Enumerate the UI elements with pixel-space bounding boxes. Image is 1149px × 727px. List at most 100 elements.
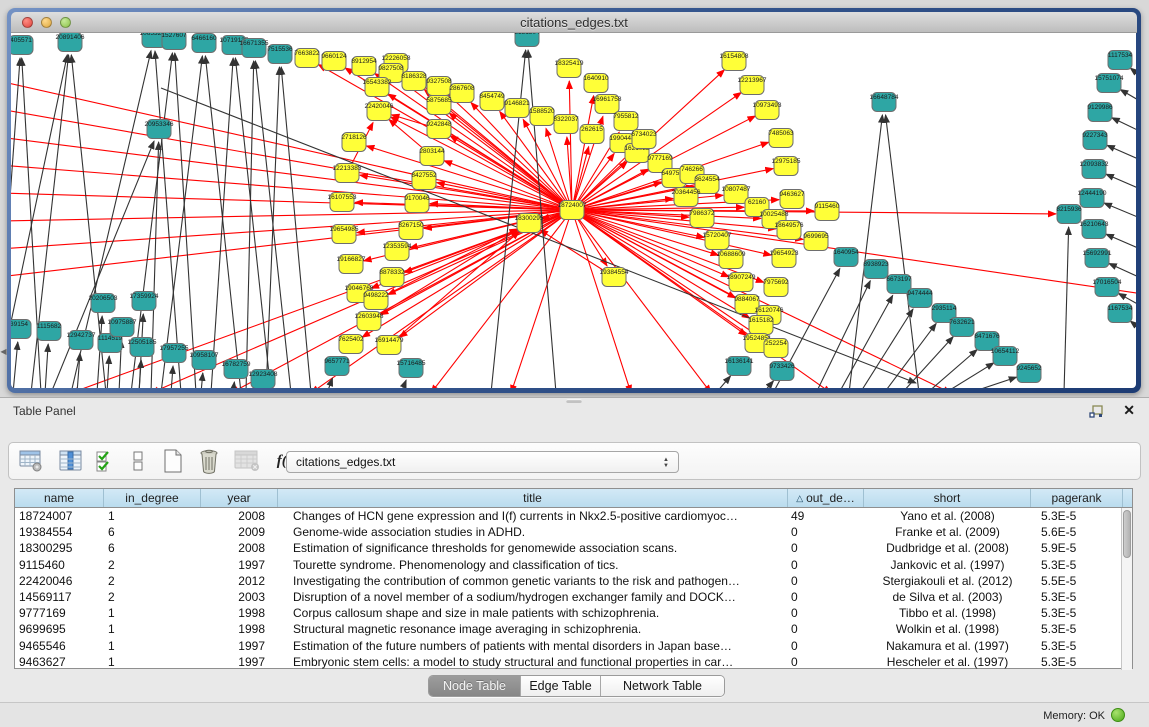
column-header-pagerank[interactable]: pagerank	[1031, 489, 1123, 507]
graph-edge[interactable]	[401, 380, 406, 388]
graph-node-label: 8131304	[514, 33, 540, 36]
minimize-window-icon[interactable]	[41, 17, 52, 28]
table-row[interactable]: 911546021997Tourette syndrome. Phenomeno…	[15, 557, 1132, 573]
table-scrollbar[interactable]	[1121, 508, 1132, 670]
graph-node-label: 9245652	[1016, 365, 1042, 372]
table-row[interactable]: 969969511998Structural magnetic resonanc…	[15, 621, 1132, 637]
cell-pagerank: 5.3E-5	[1031, 508, 1123, 524]
table-row[interactable]: 1872400712008Changes of HCN gene express…	[15, 508, 1132, 524]
graph-node-label: 6734023	[631, 131, 657, 138]
column-header-short[interactable]: short	[864, 489, 1031, 507]
graph-edge[interactable]	[969, 377, 1017, 388]
graph-edge[interactable]	[572, 210, 771, 255]
graph-edge[interactable]	[839, 295, 893, 388]
table-row[interactable]: 977716911998Corpus callosum shape and si…	[15, 605, 1132, 621]
select-all-icon[interactable]	[89, 447, 121, 475]
table-scrollbar-thumb[interactable]	[1123, 510, 1131, 558]
graph-edge[interactable]	[884, 323, 936, 388]
graph-edge[interactable]	[11, 165, 572, 210]
graph-edge[interactable]	[945, 363, 994, 388]
tab-edge-table[interactable]: Edge Table	[521, 676, 601, 696]
graph-edge[interactable]	[860, 309, 913, 388]
table-select[interactable]: citations_edges.txt ▲▼	[286, 451, 679, 473]
graph-edge[interactable]	[1130, 321, 1136, 338]
graph-edge[interactable]	[1107, 145, 1136, 165]
collapse-west-panel-icon[interactable]: ◀	[0, 345, 7, 359]
graph-edge[interactable]	[1112, 118, 1136, 137]
graph-node-label: 17359924	[130, 293, 159, 300]
graph-node-label: 10688609	[717, 251, 746, 258]
close-panel-icon[interactable]: ✕	[1123, 402, 1135, 419]
graph-node-label: 8454749	[479, 93, 505, 100]
table-row[interactable]: 1938455462009Genome-wide association stu…	[15, 524, 1132, 540]
clear-selection-icon[interactable]	[121, 447, 155, 475]
zoom-window-icon[interactable]	[60, 17, 71, 28]
new-column-icon[interactable]	[155, 447, 191, 475]
network-view-window[interactable]: citations_edges.txt 40557120891406106532…	[7, 8, 1141, 393]
graph-edge[interactable]	[13, 342, 18, 388]
graph-edge[interactable]	[45, 344, 48, 388]
cell-pagerank: 5.9E-5	[1031, 540, 1123, 556]
graph-edge[interactable]	[716, 376, 731, 388]
column-header-title[interactable]: title	[278, 489, 788, 507]
graph-edge[interactable]	[211, 58, 233, 388]
graph-edge[interactable]	[11, 109, 572, 210]
graph-edge[interactable]	[175, 53, 196, 388]
table-row[interactable]: 946362711997Embryonic stem cells: a mode…	[15, 654, 1132, 670]
delete-column-icon[interactable]	[191, 447, 227, 475]
graph-node-label: 10025488	[760, 211, 789, 218]
cell-name: 14569117	[15, 589, 104, 605]
graph-edge[interactable]	[107, 356, 109, 388]
cell-year: 1998	[201, 621, 278, 637]
graph-edge[interactable]	[161, 56, 202, 388]
cell-pagerank: 5.3E-5	[1031, 589, 1123, 605]
show-columns-icon[interactable]	[53, 447, 89, 475]
table-mode-icon[interactable]	[9, 447, 53, 475]
graph-node-label: 10807487	[722, 186, 751, 193]
cell-in-degree: 1	[104, 654, 201, 670]
graph-edge[interactable]	[886, 115, 919, 388]
tab-network-table[interactable]: Network Table	[601, 676, 724, 696]
cell-short: Tibbo et al. (1998)	[864, 605, 1031, 621]
cell-title: Genome-wide association studies in ADHD.	[278, 524, 788, 540]
network-window-titlebar[interactable]: citations_edges.txt	[11, 12, 1137, 33]
graph-node-label: 8471676	[974, 333, 1000, 340]
graph-edge[interactable]	[171, 366, 173, 388]
graph-edge[interactable]	[77, 353, 80, 388]
network-canvas[interactable]: 4055712089140610653287152760764661601071…	[11, 33, 1136, 388]
tab-node-table[interactable]: Node Table	[429, 676, 521, 696]
graph-edge[interactable]	[927, 350, 977, 388]
graph-node-label: 17016504	[1093, 279, 1122, 286]
graph-node-label: 2803144	[419, 148, 445, 155]
graph-node-label: 7955812	[613, 113, 639, 120]
cell-in-degree: 6	[104, 540, 201, 556]
graph-edge[interactable]	[763, 381, 774, 388]
graph-node-label: 1588520	[529, 108, 555, 115]
graph-edge[interactable]	[1120, 90, 1136, 108]
graph-edge[interactable]	[1104, 203, 1136, 223]
graph-edge[interactable]	[1064, 227, 1069, 388]
memory-ok-indicator-icon[interactable]	[1111, 708, 1125, 722]
graph-edge[interactable]	[572, 210, 951, 388]
graph-edge[interactable]	[233, 382, 234, 388]
graph-edge[interactable]	[1130, 68, 1136, 85]
graph-edge[interactable]	[1106, 174, 1136, 194]
float-window-icon[interactable]	[1089, 405, 1103, 418]
table-row[interactable]: 946554611997Estimation of the future num…	[15, 638, 1132, 654]
table-row[interactable]: 1456911722003Disruption of a novel membe…	[15, 589, 1132, 605]
column-header-in-degree[interactable]: in_degree	[104, 489, 201, 507]
graph-edge[interactable]	[205, 56, 241, 388]
graph-node-label: 1115682	[37, 323, 62, 330]
graph-node-label: 2718126	[341, 134, 367, 141]
graph-edge[interactable]	[235, 58, 271, 388]
column-header-name[interactable]: name	[15, 489, 104, 507]
graph-edge[interactable]	[201, 373, 203, 388]
graph-node-label: 12213383	[333, 165, 362, 172]
column-header-out-de-[interactable]: △out_de…	[788, 489, 864, 507]
column-header-year[interactable]: year	[201, 489, 278, 507]
table-row[interactable]: 2242004622012Investigating the contribut…	[15, 573, 1132, 589]
table-row[interactable]: 1830029562008Estimation of significance …	[15, 540, 1132, 556]
graph-node-label: 12093832	[1080, 161, 1109, 168]
graph-edge[interactable]	[11, 137, 572, 210]
close-window-icon[interactable]	[22, 17, 33, 28]
